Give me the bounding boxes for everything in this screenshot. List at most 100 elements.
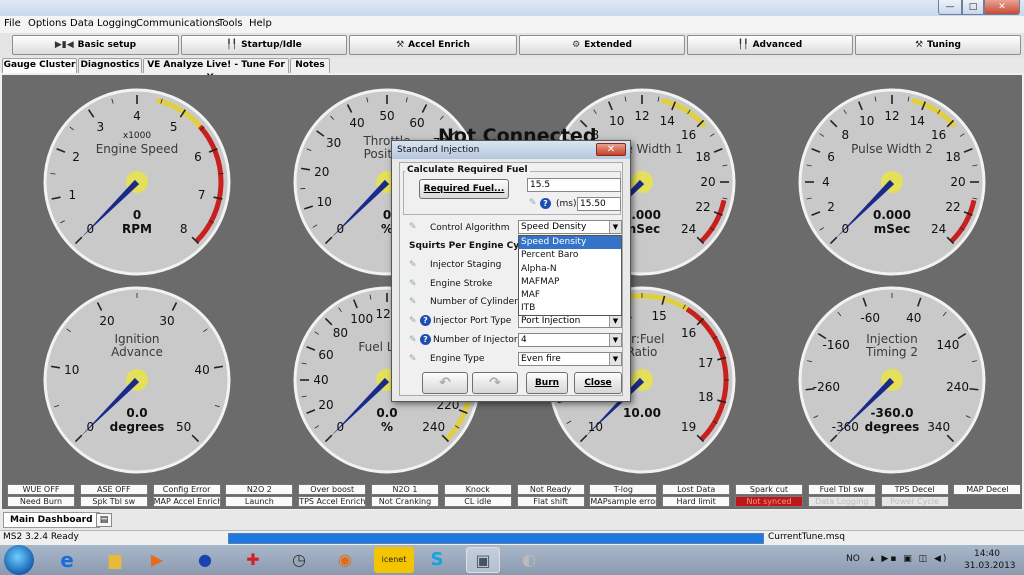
explorer-taskbar-icon[interactable]: ▆ (98, 547, 132, 573)
extended-icon: ⚙ (572, 40, 581, 50)
port-type-label: Injector Port Type (433, 316, 512, 326)
gauge-3: 0 2 4 6 8 10 12 14 16 18 20 22 24 Pulse Width 2 0.000 m… (797, 87, 987, 277)
gauge-tick-label: -60 (860, 310, 880, 325)
menu-tools[interactable]: Tools (218, 18, 243, 29)
redo-icon[interactable]: ↷ (472, 372, 518, 394)
help-icon[interactable]: ? (420, 315, 431, 326)
undo-icon[interactable]: ↶ (422, 372, 468, 394)
engine-type-select[interactable]: Even fire ▼ (518, 352, 622, 366)
chevron-down-icon[interactable]: ▼ (609, 221, 621, 233)
menu-file[interactable]: File (4, 18, 21, 29)
status-indicator: N2O 1 (371, 484, 439, 495)
gauge-label: Injection Timing 2 (866, 332, 918, 359)
chevron-down-icon[interactable]: ▼ (609, 334, 621, 346)
gauge-tick-label: 20 (99, 314, 115, 329)
option-mafmap[interactable]: MAFMAP (519, 276, 621, 289)
control-algorithm-select[interactable]: Speed Density ▼ (518, 220, 622, 234)
pin-taskbar-icon[interactable]: ✚ (236, 547, 270, 573)
edit-pencil-icon: ✎ (529, 198, 537, 208)
clock-time[interactable]: 14:40 (974, 549, 1000, 559)
tray-icons[interactable]: ▴ ▶▪ ▣ ◫ ◀) (870, 554, 948, 564)
tunerstudio-taskbar-icon[interactable]: ▣ (466, 547, 500, 573)
gauge-tick-label: 20 (314, 164, 330, 179)
start-button[interactable] (4, 545, 34, 575)
tab-notes[interactable]: Notes (290, 58, 330, 73)
menu-help[interactable]: Help (249, 18, 272, 29)
gauge-tick-label: 40 (349, 116, 365, 131)
paint-taskbar-icon[interactable]: ◐ (512, 547, 546, 573)
status-indicator: Spk Tbl sw (79, 496, 148, 507)
chevron-down-icon[interactable]: ▼ (609, 353, 621, 365)
help-icon[interactable]: ? (420, 334, 431, 345)
app-taskbar-icon[interactable]: ● (188, 547, 222, 573)
toolbar: ▶▮◀ Basic setup ╿╿ Startup/Idle ⚒ Accel Enr… (0, 33, 1024, 57)
basic-setup-icon: ▶▮◀ (54, 40, 74, 50)
option-speed-density[interactable]: Speed Density (519, 236, 621, 250)
status-indicator: N2O 2 (225, 484, 294, 495)
burn-button[interactable]: Burn (526, 372, 568, 394)
maximize-button[interactable]: □ (962, 0, 984, 15)
accel-enrich-button[interactable]: ⚒ Accel Enrich (349, 35, 517, 55)
minimize-button[interactable]: — (938, 0, 962, 15)
clock-taskbar-icon[interactable]: ◷ (282, 547, 316, 573)
close-button[interactable]: Close (574, 372, 622, 394)
standard-injection-dialog: Standard Injection ✕ Calculate Required … (391, 140, 631, 402)
gauge-tick-label: 7 (197, 187, 206, 202)
gauge-tick-label: 15 (651, 309, 667, 324)
startup-idle-button[interactable]: ╿╿ Startup/Idle (181, 35, 347, 55)
clock-date[interactable]: 31.03.2013 (964, 561, 1016, 571)
media-taskbar-icon[interactable]: ▶ (140, 547, 174, 573)
tune-file-name: CurrentTune.msq (768, 532, 845, 542)
gauge-label: Pulse Width 2 (851, 142, 933, 156)
status-indicator: Not Cranking (371, 496, 439, 507)
required-fuel-button[interactable]: Required Fuel... (419, 179, 509, 199)
menu-communications[interactable]: Communications (136, 18, 220, 29)
edit-pencil-icon: ✎ (409, 335, 417, 345)
gauge-0: 0 1 2 3 4 5 6 7 8 Engine Speed x1000 0 RPM (42, 87, 232, 277)
dashboard-edit-icon[interactable]: ▤ (96, 513, 112, 527)
advanced-button[interactable]: ╿╿ Advanced (687, 35, 853, 55)
gauge-tick-label: 20 (950, 175, 966, 189)
option-itb[interactable]: ITB (519, 302, 621, 315)
startup-idle-label: Startup/Idle (241, 40, 302, 50)
injectors-select[interactable]: 4 ▼ (518, 333, 622, 347)
chevron-down-icon[interactable]: ▼ (609, 315, 621, 327)
gauge-tick-label: 4 (133, 109, 141, 123)
language-indicator[interactable]: NO (846, 554, 860, 564)
tab-gauge-cluster[interactable]: Gauge Cluster (2, 58, 77, 73)
startup-idle-icon: ╿╿ (226, 40, 238, 50)
port-type-select[interactable]: Port Injection ▼ (518, 314, 622, 328)
gauge-tick-label: 14 (909, 114, 925, 129)
gauge-tick-label: 30 (159, 314, 175, 329)
injectors-value: 4 (521, 335, 527, 345)
menu-options[interactable]: Options (28, 18, 67, 29)
skype-taskbar-icon[interactable]: S (420, 547, 454, 573)
ms-label: (ms) (556, 199, 577, 209)
close-window-button[interactable]: ✕ (984, 0, 1020, 15)
control-algorithm-value: Speed Density (521, 222, 587, 232)
basic-setup-button[interactable]: ▶▮◀ Basic setup (12, 35, 179, 55)
tuning-icon: ⚒ (915, 40, 924, 50)
option-alpha-n[interactable]: Alpha-N (519, 263, 621, 276)
edit-pencil-icon: ✎ (409, 260, 417, 270)
option-maf[interactable]: MAF (519, 289, 621, 302)
option-percent-baro[interactable]: Percent Baro (519, 249, 621, 262)
icenet-taskbar-icon[interactable]: icenet (374, 547, 414, 573)
help-icon[interactable]: ? (540, 198, 551, 209)
required-fuel-input[interactable]: 15.5 (527, 178, 621, 192)
firefox-taskbar-icon[interactable]: ◉ (328, 547, 362, 573)
gauge-label: Ignition Advance (111, 332, 163, 359)
status-indicator: ASE OFF (79, 484, 148, 495)
gauge-label: Engine Speed (95, 142, 179, 156)
tab-main-dashboard[interactable]: Main Dashboard (3, 512, 100, 528)
status-indicator: Knock (443, 484, 512, 495)
tab-diagnostics[interactable]: Diagnostics (78, 58, 142, 73)
menu-data-logging[interactable]: Data Logging (70, 18, 137, 29)
tuning-button[interactable]: ⚒ Tuning (855, 35, 1021, 55)
status-indicator: Flat shift (516, 496, 585, 507)
tab-ve-analyze[interactable]: VE Analyze Live! - Tune For You (143, 58, 289, 83)
gauge-value: 0.0 (376, 406, 398, 420)
extended-button[interactable]: ⚙ Extended (519, 35, 685, 55)
ie-taskbar-icon[interactable]: e (50, 547, 84, 573)
dialog-close-button[interactable]: ✕ (596, 143, 626, 156)
